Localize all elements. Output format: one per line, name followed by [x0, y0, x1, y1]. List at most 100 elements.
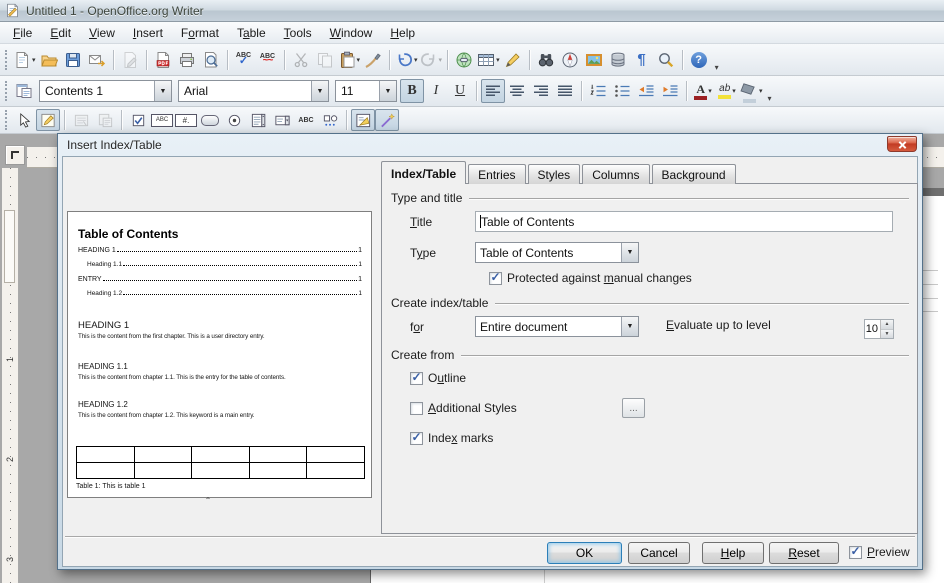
reset-button[interactable]: Reset	[769, 542, 839, 564]
outline-checkbox-row[interactable]: ✓ Outline	[410, 371, 466, 385]
table-button[interactable]: ▾	[476, 48, 501, 72]
auto-spellcheck-button[interactable]: ABC~~	[256, 48, 280, 72]
align-right-button[interactable]	[529, 79, 553, 103]
menu-insert[interactable]: Insert	[124, 22, 172, 43]
spinner-up-button[interactable]: ▲	[881, 320, 893, 330]
index-marks-checkbox-row[interactable]: ✓ Index marks	[410, 431, 493, 445]
underline-button[interactable]: U	[448, 79, 472, 103]
undo-dropdown-arrow-icon[interactable]: ▾	[414, 56, 418, 64]
font-name-dropdown-button[interactable]: ▼	[311, 81, 328, 101]
evaluate-level-spinner[interactable]: 10 ▲ ▼	[864, 319, 894, 339]
push-button-control-button[interactable]	[198, 109, 222, 131]
ok-button[interactable]: OK	[547, 542, 622, 564]
toolbar-options-arrow-icon[interactable]: ▾	[768, 94, 772, 106]
tab-stop-selector[interactable]	[5, 145, 25, 165]
for-select-dropdown-button[interactable]: ▼	[621, 317, 638, 336]
new-document-button[interactable]: ▾	[12, 48, 37, 72]
align-center-button[interactable]	[505, 79, 529, 103]
help-button-dialog[interactable]: Help	[702, 542, 764, 564]
hyperlink-button[interactable]	[452, 48, 476, 72]
toolbar-grip[interactable]	[5, 110, 7, 130]
zoom-button[interactable]	[654, 48, 678, 72]
preview-checkbox[interactable]: ✓	[849, 546, 862, 559]
copy-button[interactable]	[313, 48, 337, 72]
option-button-control-button[interactable]	[222, 109, 246, 131]
data-sources-button[interactable]	[606, 48, 630, 72]
find-replace-button[interactable]	[534, 48, 558, 72]
additional-styles-checkbox[interactable]: ✓	[410, 402, 423, 415]
text-box-control-button[interactable]: ABC	[150, 109, 174, 131]
title-input[interactable]: Table of Contents	[475, 211, 893, 232]
menu-view[interactable]: View	[80, 22, 124, 43]
preview-checkbox-row[interactable]: ✓ Preview	[849, 545, 910, 559]
select-button[interactable]	[12, 109, 36, 131]
background-color-dropdown-arrow-icon[interactable]: ▾	[759, 87, 763, 95]
styles-button[interactable]	[12, 79, 36, 103]
paste-button[interactable]: ▾	[337, 48, 362, 72]
justify-button[interactable]	[553, 79, 577, 103]
toolbar-grip[interactable]	[5, 81, 7, 101]
navigator-button[interactable]	[558, 48, 582, 72]
additional-styles-browse-button[interactable]: ...	[622, 398, 645, 418]
menu-format[interactable]: Format	[172, 22, 228, 43]
align-left-button[interactable]	[481, 79, 505, 103]
edit-file-button[interactable]	[118, 48, 142, 72]
numbered-list-button[interactable]	[586, 79, 610, 103]
nonprinting-characters-button[interactable]: ¶	[630, 48, 654, 72]
index-marks-checkbox[interactable]: ✓	[410, 432, 423, 445]
increase-indent-button[interactable]	[658, 79, 682, 103]
gallery-button[interactable]	[582, 48, 606, 72]
menu-file[interactable]: File	[4, 22, 41, 43]
menu-tools[interactable]: Tools	[275, 22, 321, 43]
help-button[interactable]: ?	[687, 48, 711, 72]
new-dropdown-arrow-icon[interactable]: ▾	[32, 56, 36, 64]
form-design-button[interactable]	[351, 109, 375, 131]
paragraph-style-combo[interactable]: Contents 1 ▼	[39, 80, 172, 102]
spinner-down-button[interactable]: ▼	[881, 330, 893, 339]
protected-checkbox-row[interactable]: ✓ Protected against manual changes	[489, 271, 692, 285]
tab-styles[interactable]: Styles	[528, 164, 581, 184]
tab-background[interactable]: Background	[652, 164, 736, 184]
font-size-dropdown-button[interactable]: ▼	[379, 81, 396, 101]
bold-button[interactable]: B	[400, 79, 424, 103]
background-color-button[interactable]: ▾	[739, 79, 764, 103]
font-name-value[interactable]: Arial	[179, 81, 311, 101]
open-button[interactable]	[37, 48, 61, 72]
tab-index-table[interactable]: Index/Table	[381, 161, 466, 184]
table-dropdown-arrow-icon[interactable]: ▾	[496, 56, 500, 64]
more-controls-button[interactable]	[318, 109, 342, 131]
check-box-control-button[interactable]	[126, 109, 150, 131]
toolbar-options-arrow-icon[interactable]: ▾	[715, 63, 719, 75]
wizards-button[interactable]	[375, 109, 399, 131]
for-select[interactable]: Entire document ▼	[475, 316, 639, 337]
protected-checkbox[interactable]: ✓	[489, 272, 502, 285]
font-size-value[interactable]: 11	[336, 81, 379, 101]
email-button[interactable]	[85, 48, 109, 72]
font-name-combo[interactable]: Arial ▼	[178, 80, 329, 102]
form-properties-button[interactable]	[93, 109, 117, 131]
toolbar-grip[interactable]	[5, 50, 7, 70]
print-button[interactable]	[175, 48, 199, 72]
bullet-list-button[interactable]	[610, 79, 634, 103]
preview-splitter-handle[interactable]: ⌃	[201, 498, 215, 506]
list-box-control-button[interactable]	[246, 109, 270, 131]
redo-button[interactable]: ▾	[419, 48, 444, 72]
formatted-field-control-button[interactable]: #.	[174, 109, 198, 131]
combo-box-control-button[interactable]	[270, 109, 294, 131]
tab-entries[interactable]: Entries	[468, 164, 525, 184]
additional-styles-checkbox-row[interactable]: ✓ Additional Styles	[410, 401, 517, 415]
font-color-dropdown-arrow-icon[interactable]: ▾	[708, 87, 712, 95]
undo-button[interactable]: ▾	[394, 48, 419, 72]
evaluate-level-value[interactable]: 10	[865, 320, 880, 338]
label-control-button[interactable]: ABC	[294, 109, 318, 131]
highlighting-dropdown-arrow-icon[interactable]: ▾	[732, 87, 736, 95]
font-size-combo[interactable]: 11 ▼	[335, 80, 397, 102]
control-properties-button[interactable]	[69, 109, 93, 131]
font-color-button[interactable]: A ▾	[691, 79, 715, 103]
design-mode-button[interactable]	[36, 109, 60, 131]
paragraph-style-dropdown-button[interactable]: ▼	[154, 81, 171, 101]
page-preview-button[interactable]	[199, 48, 223, 72]
type-select[interactable]: Table of Contents ▼	[475, 242, 639, 263]
export-pdf-button[interactable]	[151, 48, 175, 72]
highlighting-button[interactable]: ab ▾	[715, 79, 739, 103]
